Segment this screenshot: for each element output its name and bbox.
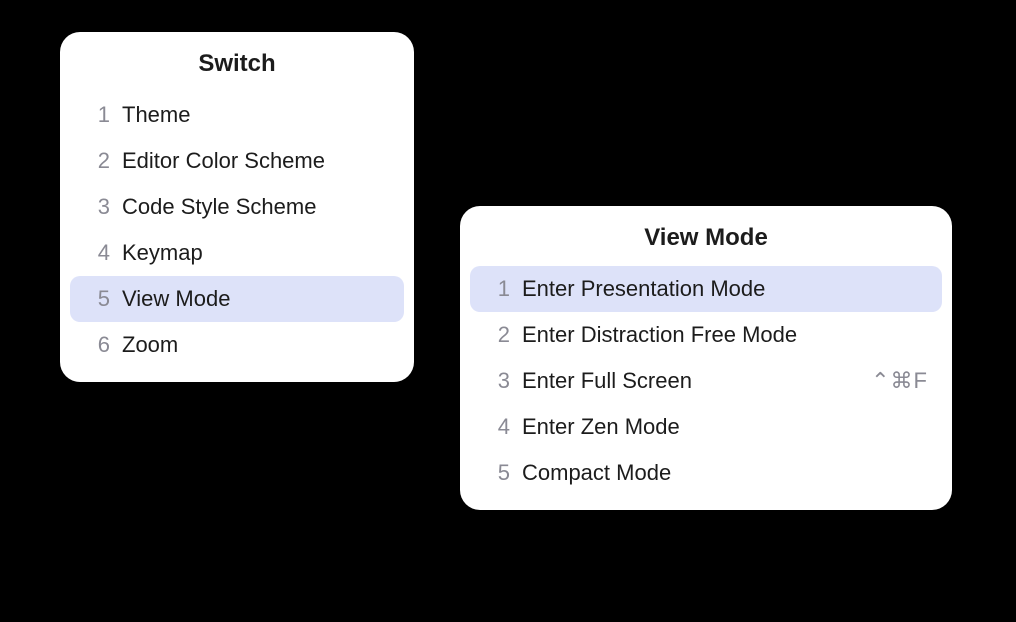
viewmode-popup: View Mode 1 Enter Presentation Mode 2 Enter… <box>460 206 952 510</box>
item-number: 4 <box>84 240 110 266</box>
item-number: 3 <box>84 194 110 220</box>
item-number: 2 <box>484 322 510 348</box>
switch-popup-title: Switch <box>60 50 414 78</box>
switch-item-2[interactable]: 2 Editor Color Scheme <box>70 138 404 184</box>
switch-popup: Switch 1 Theme 2 Editor Color Scheme 3 Code S… <box>60 32 414 382</box>
item-label: Keymap <box>122 240 390 266</box>
item-shortcut: ⌃⌘F <box>871 368 928 394</box>
viewmode-item-3[interactable]: 3 Enter Full Screen ⌃⌘F <box>470 358 942 404</box>
switch-item-1[interactable]: 1 Theme <box>70 92 404 138</box>
item-number: 5 <box>484 460 510 486</box>
item-label: Enter Distraction Free Mode <box>522 322 928 348</box>
item-number: 6 <box>84 332 110 358</box>
viewmode-item-1[interactable]: 1 Enter Presentation Mode <box>470 266 942 312</box>
switch-item-6[interactable]: 6 Zoom <box>70 322 404 368</box>
item-number: 3 <box>484 368 510 394</box>
item-label: Enter Zen Mode <box>522 414 928 440</box>
item-number: 1 <box>84 102 110 128</box>
viewmode-item-5[interactable]: 5 Compact Mode <box>470 450 942 496</box>
switch-item-4[interactable]: 4 Keymap <box>70 230 404 276</box>
item-label: Editor Color Scheme <box>122 148 390 174</box>
viewmode-item-4[interactable]: 4 Enter Zen Mode <box>470 404 942 450</box>
item-label: Theme <box>122 102 390 128</box>
switch-item-5[interactable]: 5 View Mode <box>70 276 404 322</box>
item-label: Zoom <box>122 332 390 358</box>
viewmode-items: 1 Enter Presentation Mode 2 Enter Distracti… <box>460 266 952 496</box>
item-label: Enter Full Screen <box>522 368 851 394</box>
switch-items: 1 Theme 2 Editor Color Scheme 3 Code Style Sc… <box>60 92 414 368</box>
item-number: 5 <box>84 286 110 312</box>
item-number: 2 <box>84 148 110 174</box>
viewmode-item-2[interactable]: 2 Enter Distraction Free Mode <box>470 312 942 358</box>
item-number: 1 <box>484 276 510 302</box>
viewmode-popup-title: View Mode <box>460 224 952 252</box>
item-label: View Mode <box>122 286 390 312</box>
item-number: 4 <box>484 414 510 440</box>
item-label: Code Style Scheme <box>122 194 390 220</box>
item-label: Enter Presentation Mode <box>522 276 928 302</box>
item-label: Compact Mode <box>522 460 928 486</box>
switch-item-3[interactable]: 3 Code Style Scheme <box>70 184 404 230</box>
